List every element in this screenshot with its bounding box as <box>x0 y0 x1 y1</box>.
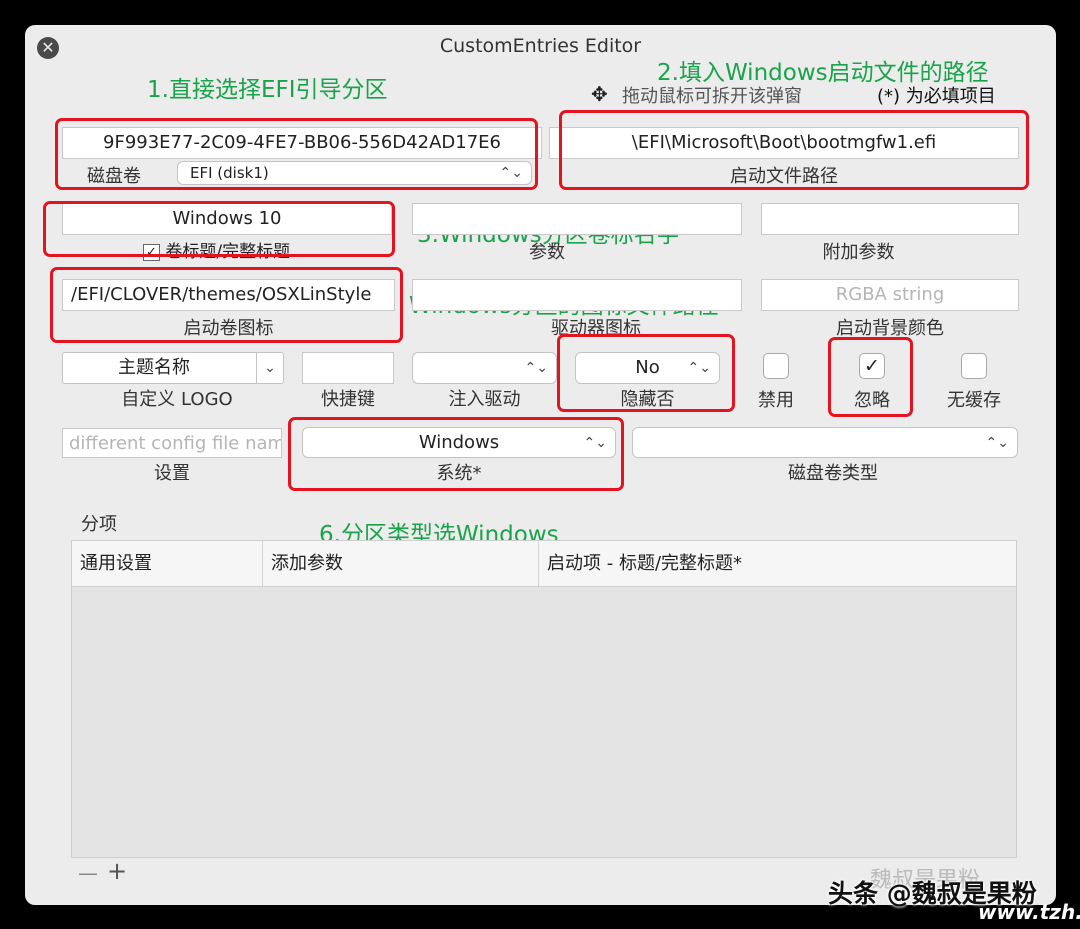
add-args-label: 附加参数 <box>822 242 895 263</box>
nocache-label: 无缓存 <box>947 390 1001 411</box>
bg-color-field[interactable]: RGBA string <box>761 279 1019 311</box>
move-icon: ✥ <box>591 82 608 106</box>
remove-button[interactable]: — <box>78 861 98 885</box>
nocache-checkbox[interactable] <box>961 353 987 379</box>
chevron-down-icon[interactable]: ⌄ <box>256 353 283 383</box>
hotkey-label: 快捷键 <box>321 389 375 410</box>
updown-icon: ⌃⌄ <box>985 435 1009 451</box>
args-field[interactable] <box>412 203 742 235</box>
subentries-label: 分项 <box>81 514 117 535</box>
column-header[interactable]: 通用设置 <box>72 541 260 586</box>
table-header: 通用设置 添加参数 启动项 - 标题/完整标题* <box>72 541 1016 587</box>
watermark-site: www.tzh.net <box>978 900 1080 924</box>
driver-icon-field[interactable] <box>412 279 742 311</box>
args-label: 参数 <box>529 242 565 263</box>
theme-label: 自定义 LOGO <box>121 389 233 410</box>
required-note: (*) 为必填项目 <box>877 86 996 107</box>
settings-label: 设置 <box>154 463 190 484</box>
highlight-box-icon <box>50 267 403 343</box>
theme-combo[interactable]: 主题名称 ⌄ <box>62 352 284 384</box>
inject-select[interactable]: ⌃⌄ <box>412 352 557 384</box>
highlight-box-ignore <box>828 337 913 417</box>
subentries-table[interactable]: 通用设置 添加参数 启动项 - 标题/完整标题* <box>71 540 1017 858</box>
add-args-field[interactable] <box>761 203 1019 235</box>
annotation-step1: 1.直接选择EFI引导分区 <box>147 77 388 103</box>
disabled-label: 禁用 <box>758 390 794 411</box>
column-header[interactable]: 添加参数 <box>262 541 531 586</box>
highlight-box-path <box>559 110 1029 190</box>
vol-type-label: 磁盘卷类型 <box>788 463 878 484</box>
highlight-box-hidden <box>557 334 735 412</box>
theme-value: 主题名称 <box>118 357 190 378</box>
drag-hint: 拖动鼠标可拆开该弹窗 <box>622 86 802 107</box>
highlight-box-title <box>43 201 395 257</box>
settings-field[interactable]: different config file name <box>62 428 282 458</box>
hotkey-field[interactable] <box>302 352 394 384</box>
add-button[interactable]: + <box>107 857 127 885</box>
column-header[interactable]: 启动项 - 标题/完整标题* <box>538 541 1017 586</box>
disabled-checkbox[interactable] <box>763 353 789 379</box>
highlight-box-volume <box>55 118 538 190</box>
inject-label: 注入驱动 <box>448 389 521 410</box>
editor-window: ✕ CustomEntries Editor 1.直接选择EFI引导分区 2.填… <box>25 25 1056 905</box>
highlight-box-os <box>288 417 624 491</box>
vol-type-select[interactable]: ⌃⌄ <box>632 427 1018 458</box>
updown-icon: ⌃⌄ <box>524 360 548 376</box>
